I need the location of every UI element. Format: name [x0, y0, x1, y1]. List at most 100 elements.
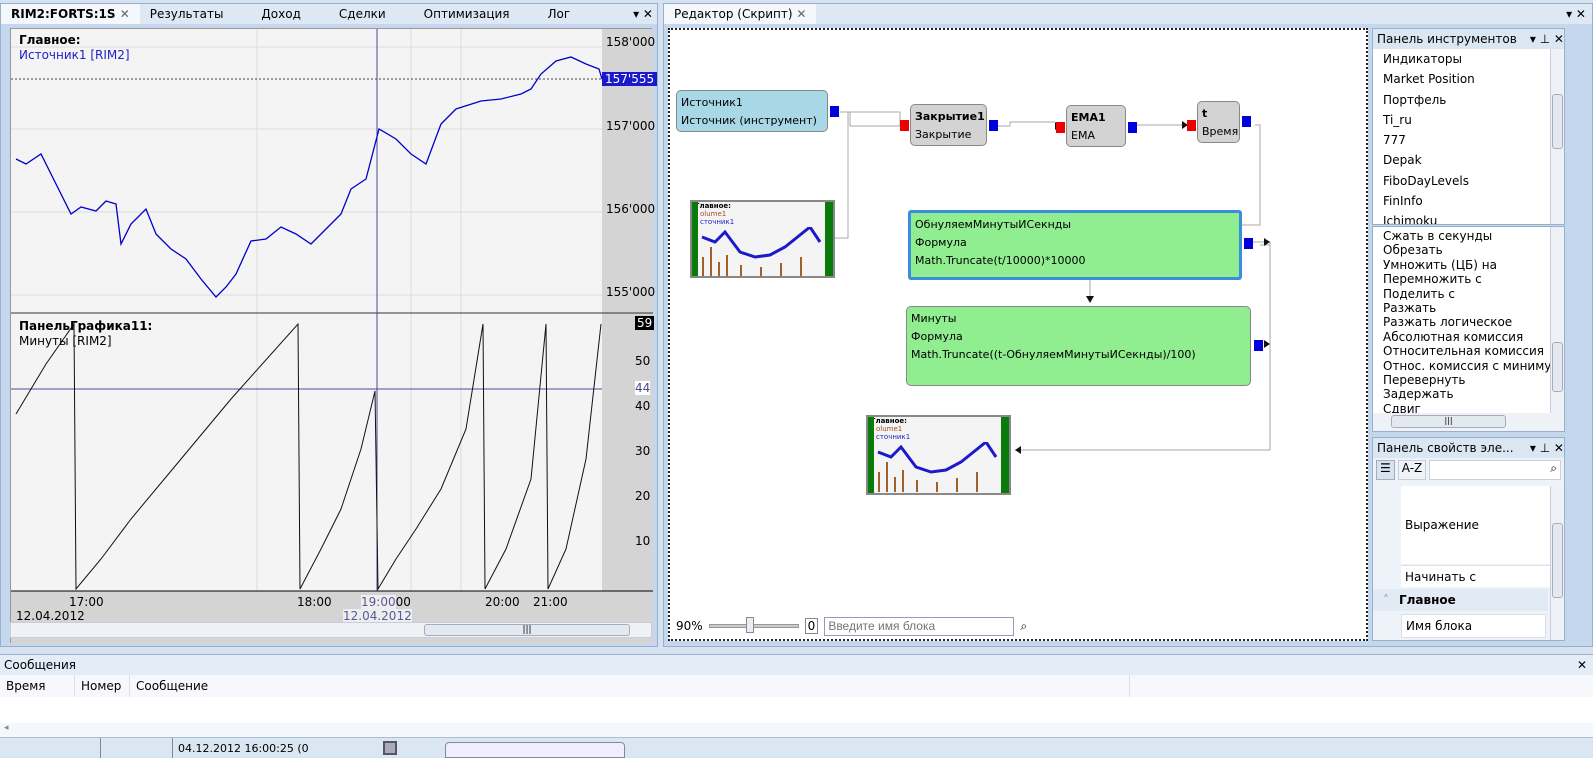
categorized-icon[interactable]: ☰	[1376, 460, 1395, 480]
binoculars-icon[interactable]: ⌕	[1020, 619, 1027, 634]
output-port[interactable]	[1244, 238, 1253, 249]
cursor-value: 44	[635, 381, 651, 395]
node-type: Источник (инструмент)	[681, 114, 817, 127]
window-menu-icon[interactable]: ▾ ✕	[1566, 7, 1592, 21]
main-pane-series[interactable]: Источник1 [RIM2]	[19, 48, 130, 62]
editor-canvas[interactable]: Источник1 Источник (инструмент) Закрытие…	[668, 28, 1368, 641]
tab-editor[interactable]: Редактор (Скрипт) ✕	[664, 4, 817, 24]
input-port[interactable]	[1187, 120, 1196, 131]
close-icon[interactable]: ✕	[120, 7, 130, 21]
chart-hscrollbar[interactable]: |||	[10, 622, 652, 638]
output-port[interactable]	[989, 120, 998, 131]
toolbox-item[interactable]: Обрезать	[1373, 243, 1564, 257]
output-port[interactable]	[1254, 340, 1263, 351]
editor-tabbar: Редактор (Скрипт) ✕ ▾ ✕	[664, 4, 1592, 24]
value-tick: 30	[635, 444, 651, 458]
toolbox-item[interactable]: Сжать в секунды	[1373, 229, 1564, 243]
toolbox-item[interactable]: Поделить с	[1373, 287, 1564, 301]
messages-header: Сообщения ✕	[0, 655, 1593, 675]
zoom-slider[interactable]	[708, 617, 799, 633]
chart-preview-node-2[interactable]: Главное: olume1 сточник1	[866, 415, 1011, 495]
sort-az-button[interactable]: A-Z	[1397, 460, 1427, 480]
toolbox-item[interactable]: Ti_ru	[1373, 110, 1564, 130]
toolbox-item[interactable]: Задержать	[1373, 387, 1564, 401]
close-icon[interactable]: ✕	[796, 7, 806, 21]
category-main[interactable]: ˄ Главное	[1373, 589, 1548, 611]
tab-optimization[interactable]: Оптимизация	[414, 4, 520, 24]
panel-controls-icon[interactable]: ▾ ⊥ ✕	[1530, 438, 1564, 458]
tab-chart[interactable]: RIM2:FORTS:1S ✕	[1, 4, 140, 24]
toolbox-item[interactable]: Разжать логическое	[1373, 315, 1564, 329]
node-zero-minutes[interactable]: ОбнуляемМинутыИСекнды Формула Math.Trunc…	[908, 210, 1242, 280]
prop-start[interactable]: Начинать с	[1401, 565, 1563, 587]
chart-preview-node[interactable]: Главное: olume1 сточник1	[690, 200, 835, 278]
tab-income[interactable]: Доход	[251, 4, 310, 24]
toolbox-item[interactable]: Абсолютная комиссия	[1373, 330, 1564, 344]
grid	[11, 29, 602, 591]
node-formula[interactable]: Math.Truncate((t-ОбнуляемМинутыИСекнды)/…	[911, 346, 1246, 364]
scroll-thumb[interactable]: |||	[424, 624, 630, 636]
chart-area[interactable]: Главное: Источник1 [RIM2] 158'000 157'00…	[10, 28, 658, 644]
node-name: Закрытие1	[915, 110, 985, 123]
main-pane-title: Главное:	[19, 33, 81, 47]
properties-panel: Панель свойств эле... ▾ ⊥ ✕ ☰ A-Z ⌕ Выраж…	[1372, 437, 1565, 641]
output-port[interactable]	[830, 106, 839, 117]
node-close[interactable]: Закрытие1 Закрытие	[910, 104, 987, 146]
zoom-value[interactable]: 0	[804, 618, 819, 634]
toolbox-item[interactable]: Индикаторы	[1373, 49, 1564, 69]
column-header[interactable]: Номер	[75, 675, 130, 697]
toolbox-item[interactable]: FinInfo	[1373, 191, 1564, 211]
tab-log[interactable]: Лог	[538, 4, 581, 24]
window-menu-icon[interactable]: ▾ ✕	[633, 7, 657, 21]
last-value-badge: 59	[635, 316, 655, 330]
prop-expression[interactable]: Выражение	[1401, 486, 1563, 564]
messages-hscrollbar[interactable]: ◂	[0, 723, 1593, 737]
status-tabs[interactable]	[445, 742, 625, 758]
toolbox-item[interactable]: Market Position	[1373, 69, 1564, 89]
toolbox-item[interactable]: Относ. комиссия с миниму	[1373, 359, 1564, 373]
properties-scrollbar[interactable]	[1550, 486, 1564, 640]
node-minutes[interactable]: Минуты Формула Math.Truncate((t-Обнуляем…	[906, 306, 1251, 386]
toolbox-item[interactable]: Ichimoku	[1373, 211, 1564, 224]
input-port[interactable]	[1056, 122, 1065, 133]
tab-trades[interactable]: Сделки	[329, 4, 396, 24]
preview-series: сточник1	[876, 433, 911, 441]
toolbox-item[interactable]: Depak	[1373, 150, 1564, 170]
toolbox-item[interactable]: Перемножить с	[1373, 272, 1564, 286]
node-time[interactable]: t Время	[1197, 101, 1240, 143]
output-port[interactable]	[1128, 122, 1137, 133]
node-formula[interactable]: Math.Truncate(t/10000)*10000	[915, 252, 1235, 270]
collapse-icon[interactable]: ˄	[1373, 593, 1399, 607]
block-search-input[interactable]	[824, 616, 1015, 636]
status-indicator-icon	[383, 741, 397, 755]
prop-block-name[interactable]: Имя блока	[1401, 614, 1546, 638]
output-port[interactable]	[1242, 116, 1251, 127]
toolbox-item[interactable]: 777	[1373, 130, 1564, 150]
toolbox-item[interactable]: Сдвиг	[1373, 402, 1564, 413]
toolbox-item[interactable]: Портфель	[1373, 90, 1564, 110]
time-tick: 18:00	[297, 595, 332, 609]
properties-search-input[interactable]: ⌕	[1429, 460, 1561, 480]
panel-controls-icon[interactable]: ▾ ⊥ ✕	[1530, 29, 1564, 49]
column-header[interactable]: Сообщение	[130, 675, 1130, 697]
value-tick: 50	[635, 354, 651, 368]
toolbox-item[interactable]: Умножить (ЦБ) на	[1373, 258, 1564, 272]
toolbox-item[interactable]: Разжать	[1373, 301, 1564, 315]
close-icon[interactable]: ✕	[1577, 655, 1593, 675]
preview-series: olume1	[700, 210, 727, 218]
tab-results[interactable]: Результаты	[140, 4, 234, 24]
node-ema[interactable]: EMA1 EMA	[1066, 105, 1126, 147]
toolbox-scrollbar[interactable]	[1550, 49, 1564, 224]
category-label: Главное	[1399, 593, 1456, 607]
toolbox-item[interactable]: FiboDayLevels	[1373, 171, 1564, 191]
input-port[interactable]	[900, 120, 909, 131]
toolbox-scrollbar-2[interactable]	[1550, 227, 1564, 413]
node-source[interactable]: Источник1 Источник (инструмент)	[676, 90, 828, 132]
column-header[interactable]: Время	[0, 675, 75, 697]
sub-pane-series[interactable]: Минуты [RIM2]	[19, 334, 112, 348]
toolbox-item[interactable]: Относительная комиссия	[1373, 344, 1564, 358]
toolbox-hscrollbar[interactable]: |||	[1373, 413, 1564, 431]
toolbox-item[interactable]: Перевернуть	[1373, 373, 1564, 387]
toolbox-list: Индикаторы Market Position Портфель Ti_ru 77…	[1373, 49, 1564, 224]
properties-header: Панель свойств эле... ▾ ⊥ ✕	[1373, 438, 1564, 458]
